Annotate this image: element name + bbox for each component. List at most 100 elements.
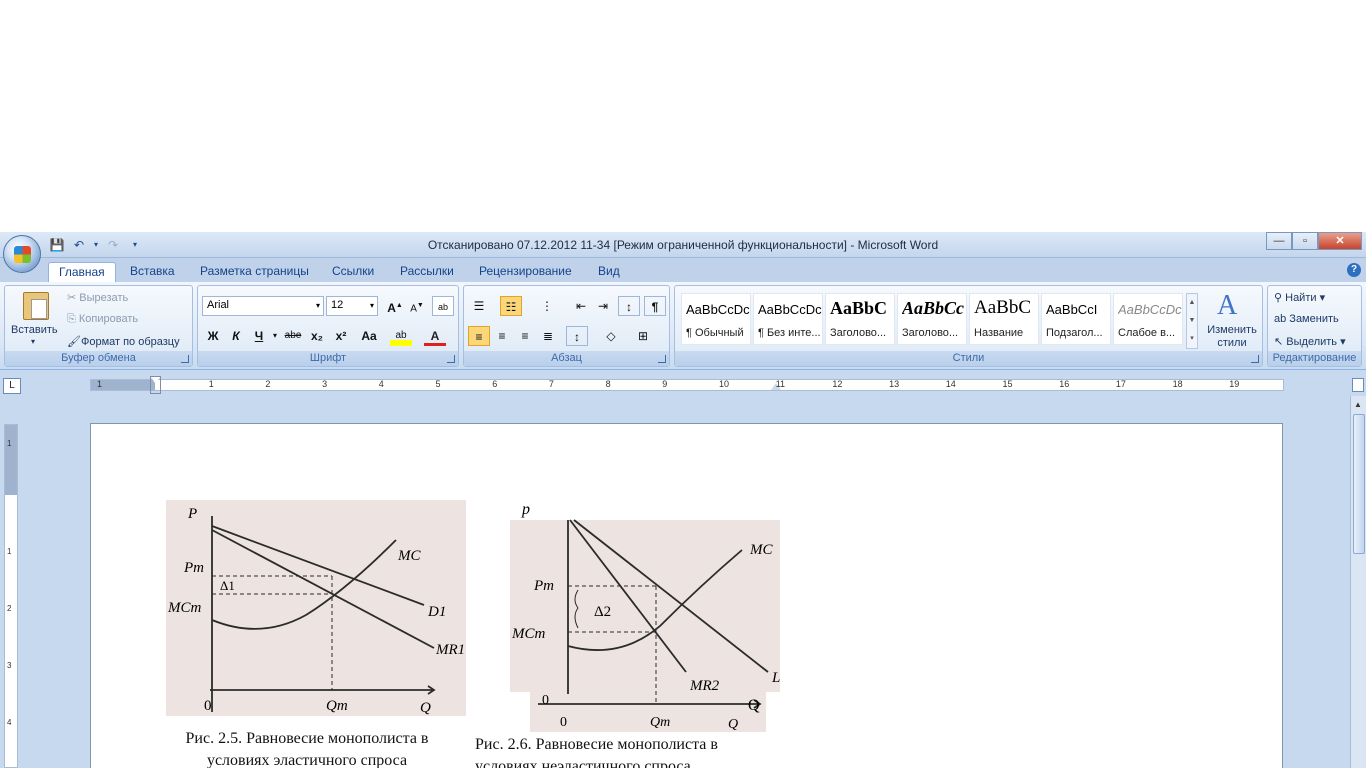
sort-icon[interactable]: ↕ (618, 296, 640, 316)
tab-home[interactable]: Главная (48, 262, 116, 282)
style-subtitle[interactable]: AaBbCcI Подзагол... (1041, 293, 1111, 345)
subscript-button[interactable]: x₂ (306, 326, 328, 346)
align-center-icon[interactable]: ≡ (491, 326, 513, 346)
clipboard-icon (23, 292, 49, 320)
ruler-number: 16 (1059, 379, 1070, 389)
figure-1-caption: Рис. 2.5. Равновесие монополиста в услов… (185, 730, 429, 768)
grow-font-icon[interactable]: A▲ (384, 296, 406, 316)
format-painter-button[interactable]: 🖌Формат по образцу (67, 335, 180, 348)
figure-1-graph: P Pm MCm Δ1 MC D1 MR1 0 Qm Q (167, 506, 465, 716)
vertical-ruler-number: 2 (7, 604, 12, 613)
italic-button[interactable]: К (225, 326, 247, 346)
ruler-number: 6 (492, 379, 498, 389)
paste-label: Вставить (11, 324, 58, 336)
fig2-zero-label: 0 (560, 715, 567, 730)
fig2-mcm-label: MCm (511, 626, 546, 642)
strikethrough-button[interactable]: abe (282, 326, 304, 346)
underline-button[interactable]: Ч (248, 326, 270, 346)
highlight-icon[interactable]: ab (390, 326, 412, 346)
change-styles-button[interactable]: A Изменить стили (1203, 288, 1261, 354)
ruler-number: 3 (322, 379, 328, 389)
underline-dropdown-icon[interactable]: ▾ (270, 326, 280, 346)
fig2-pm-label: Pm (533, 578, 554, 594)
fig2-p-label: p (521, 501, 530, 518)
font-dialog-launcher-icon[interactable] (447, 355, 455, 363)
line-spacing-icon[interactable]: ↕ (566, 326, 588, 346)
maximize-button[interactable]: ▫ (1292, 232, 1318, 250)
fig1-pm-label: Pm (183, 560, 204, 576)
dialog-launcher-icon[interactable] (181, 355, 189, 363)
styles-dialog-launcher-icon[interactable] (1251, 355, 1259, 363)
tab-review[interactable]: Рецензирование (469, 262, 582, 282)
paste-button[interactable]: Вставить ▾ (9, 288, 61, 352)
font-group: Arial ▾ 12 ▾ A▲ A▼ ab Ж К Ч ▾ abe x₂ x² Aa… (197, 285, 459, 367)
fig1-demand-line (211, 525, 425, 606)
copy-button[interactable]: ⎘ Копировать (67, 313, 138, 326)
decrease-indent-icon[interactable]: ⇤ (570, 296, 592, 316)
style-no-spacing[interactable]: AaBbCcDc ¶ Без инте... (753, 293, 823, 345)
tab-page-layout[interactable]: Разметка страницы (190, 262, 319, 282)
paragraph-group-label: Абзац (464, 351, 669, 366)
style-title[interactable]: AaBbC Название (969, 293, 1039, 345)
replace-button[interactable]: ab Заменить (1274, 313, 1339, 325)
font-size-input[interactable]: 12 ▾ (326, 296, 378, 316)
fig1-d-label: D1 (427, 604, 446, 620)
style-heading-2[interactable]: AaBbCc Заголово... (897, 293, 967, 345)
ruler-number: 1 (97, 379, 103, 389)
justify-icon[interactable]: ≣ (537, 326, 559, 346)
vertical-scrollbar[interactable]: ▲ (1350, 396, 1366, 768)
style-normal[interactable]: AaBbCcDc ¶ Обычный (681, 293, 751, 345)
ruler-number: 10 (719, 379, 730, 389)
help-icon[interactable]: ? (1347, 263, 1361, 277)
clear-formatting-icon[interactable]: ab (432, 296, 454, 316)
bold-button[interactable]: Ж (202, 326, 224, 346)
view-ruler-icon[interactable] (1352, 378, 1364, 392)
scroll-thumb[interactable] (1353, 414, 1365, 554)
shading-icon[interactable]: ◇ (600, 326, 622, 346)
tab-insert[interactable]: Вставка (120, 262, 185, 282)
tab-mailings[interactable]: Рассылки (390, 262, 464, 282)
paste-dropdown-icon: ▾ (31, 337, 36, 346)
tab-references[interactable]: Ссылки (322, 262, 384, 282)
align-left-icon[interactable]: ≡ (468, 326, 490, 346)
indent-marker-icon[interactable] (150, 376, 161, 394)
document-page[interactable]: P Pm MCm Δ1 MC D1 MR1 0 Qm Q Рис. 2.5. Р… (90, 423, 1283, 768)
font-group-label: Шрифт (198, 351, 458, 366)
style-heading-1[interactable]: AaBbC Заголово... (825, 293, 895, 345)
bullets-icon[interactable]: ☰ (468, 296, 490, 316)
change-case-button[interactable]: Aa (356, 326, 382, 346)
minimize-button[interactable]: — (1266, 232, 1292, 250)
scissors-icon: ✂ (67, 292, 80, 304)
style-subtle-emphasis[interactable]: AaBbCcDc Слабое в... (1113, 293, 1183, 345)
align-right-icon[interactable]: ≡ (514, 326, 536, 346)
borders-icon[interactable]: ⊞ (632, 326, 654, 346)
title-bar: 💾 ↶ ▾ ↷ ▾ Отсканировано 07.12.2012 11-34… (0, 232, 1366, 258)
numbering-icon[interactable]: ☷ (500, 296, 522, 316)
ruler-number: 13 (889, 379, 900, 389)
shrink-font-icon[interactable]: A▼ (406, 296, 428, 316)
fig1-qm-label: Qm (326, 698, 348, 714)
paragraph-dialog-launcher-icon[interactable] (658, 355, 666, 363)
scroll-up-icon[interactable]: ▲ (1354, 400, 1362, 409)
paragraph-group: ☰ ☷ ⋮ ⇤ ⇥ ↕ ¶ ≡ ≡ ≡ ≣ ↕ ◇ ⊞ Абзац (463, 285, 670, 367)
cut-button[interactable]: ✂ Вырезать (67, 291, 128, 304)
multilevel-list-icon[interactable]: ⋮ (536, 296, 558, 316)
fig2-delta-label: Δ2 (594, 604, 611, 620)
find-button[interactable]: ⚲ Найти ▾ (1274, 291, 1325, 304)
tab-view[interactable]: Вид (588, 262, 630, 282)
office-button[interactable] (3, 235, 41, 273)
styles-scroll[interactable]: ▲ ▼ ▾ (1186, 293, 1198, 349)
increase-indent-icon[interactable]: ⇥ (592, 296, 614, 316)
select-button[interactable]: ↖ Выделить ▾ (1274, 335, 1346, 348)
font-color-icon[interactable]: A (424, 326, 446, 346)
ruler-number: 8 (605, 379, 611, 389)
superscript-button[interactable]: x² (330, 326, 352, 346)
close-button[interactable]: ✕ (1318, 232, 1362, 250)
ruler-bar[interactable]: 1 1 2 3 4 5 6 7 8 9 10 11 12 13 14 15 16 17 18 19 (90, 376, 1284, 394)
pilcrow-icon[interactable]: ¶ (644, 296, 666, 316)
ribbon: Вставить ▾ ✂ Вырезать ⎘ Копировать 🖌Форм… (0, 282, 1366, 370)
window-controls: — ▫ ✕ (1266, 232, 1362, 250)
tab-selector-button[interactable]: L (3, 378, 21, 394)
font-name-input[interactable]: Arial ▾ (202, 296, 324, 316)
fig2-mc-curve (567, 549, 743, 651)
